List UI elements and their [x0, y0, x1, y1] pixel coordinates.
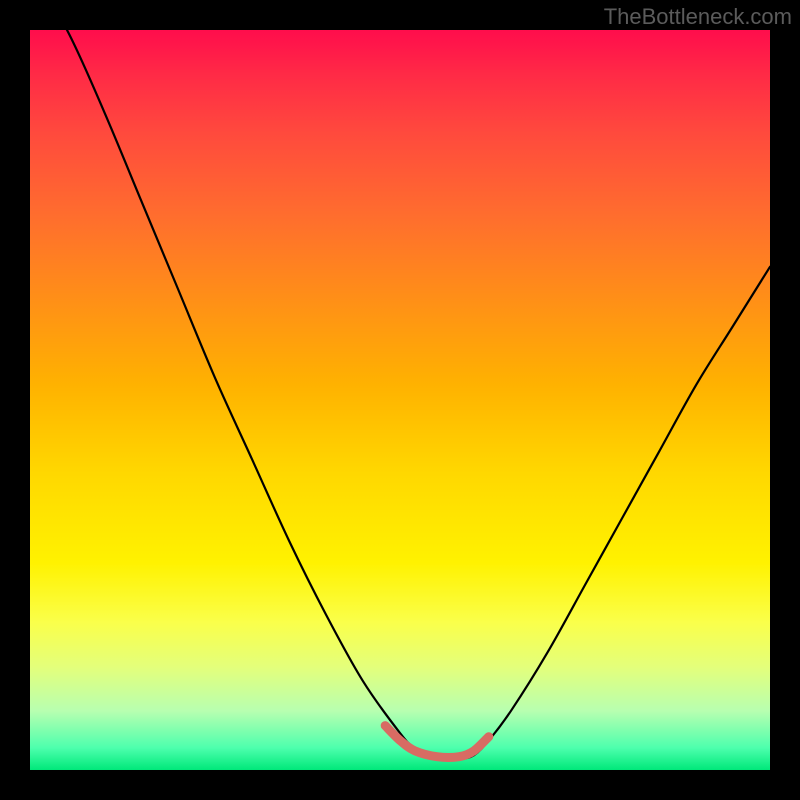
highlight-segment — [385, 726, 489, 758]
plot-area — [30, 30, 770, 770]
chart-frame: TheBottleneck.com — [0, 0, 800, 800]
curve-svg — [30, 30, 770, 770]
source-caption: TheBottleneck.com — [604, 4, 792, 30]
bottleneck-curve — [30, 30, 770, 760]
